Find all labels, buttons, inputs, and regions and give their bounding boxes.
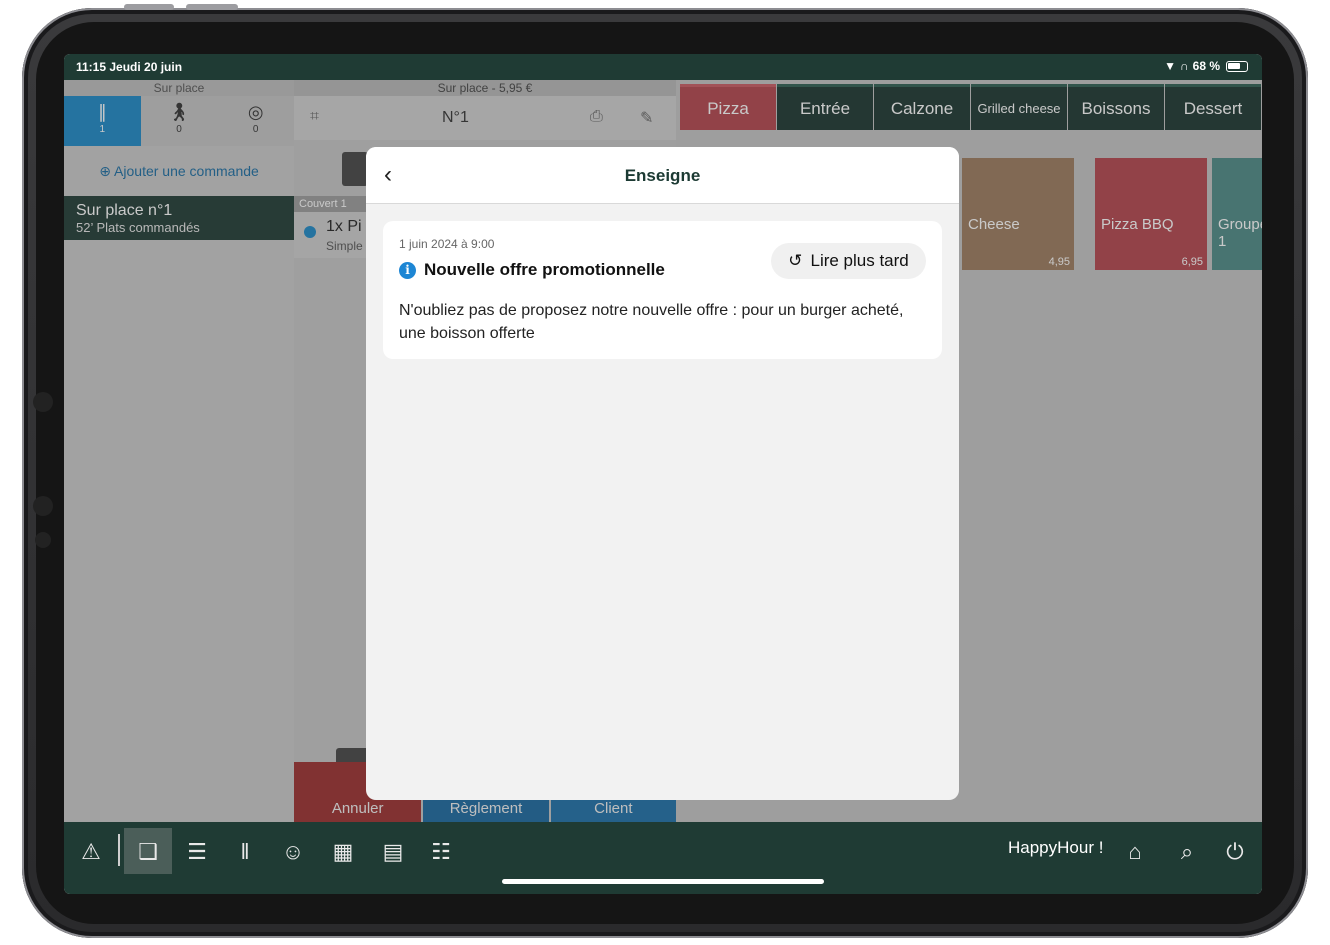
read-later-label: Lire plus tard	[810, 251, 909, 270]
notification-modal: ‹ Enseigne 1 juin 2024 à 9:00 i Nouvelle…	[366, 147, 959, 800]
modal-title: Enseigne	[624, 166, 701, 185]
users-icon[interactable]: ☺	[274, 834, 312, 870]
warning-menu-icon[interactable]: ⚠	[72, 834, 110, 870]
search-icon[interactable]: ⌕	[1168, 834, 1206, 870]
headphones-icon: ∩	[1179, 59, 1189, 73]
info-icon: i	[399, 261, 416, 279]
bell-icon[interactable]: ⌂	[1116, 834, 1154, 870]
message-body: N'oubliez pas de proposez notre nouvelle…	[399, 302, 904, 342]
message-card: 1 juin 2024 à 9:00 i Nouvelle offre prom…	[383, 221, 942, 359]
volume-down-button-hw	[186, 4, 238, 10]
sensor-dot	[33, 496, 53, 516]
happy-hour-label[interactable]: HappyHour !	[1008, 838, 1103, 858]
volume-up-button-hw	[124, 4, 174, 10]
modal-header: ‹ Enseigne	[366, 147, 959, 204]
battery-percent: 68 %	[1192, 59, 1220, 73]
status-bar: 11:15 Jeudi 20 juin ▼ ∩ 68 %	[64, 54, 1262, 80]
camera-dot	[33, 392, 53, 412]
bottom-dock: ⚠ ❑ ☰ ‖ ☺ ▦ ▤ ☷ HappyHour ! ⌂ ⌕ ⏻	[64, 822, 1262, 894]
message-date: 1 juin 2024 à 9:00	[399, 237, 495, 251]
keypad-icon[interactable]: ▦	[324, 834, 362, 870]
list-location-icon[interactable]: ☰	[178, 834, 216, 870]
checklist-icon[interactable]: ☷	[422, 834, 460, 870]
message-title: Nouvelle offre promotionnelle	[424, 260, 665, 279]
power-icon[interactable]: ⏻	[1216, 834, 1254, 870]
home-indicator[interactable]	[502, 879, 824, 884]
wifi-icon: ▼	[1164, 59, 1176, 73]
dock-separator	[118, 834, 120, 866]
shopping-bag-icon[interactable]: ❑	[129, 834, 167, 870]
status-right: ▼ ∩ 68 %	[1164, 59, 1248, 73]
battery-icon	[1226, 60, 1248, 72]
sensor-dot-small	[35, 532, 51, 548]
history-clock-icon: ↺	[788, 251, 803, 270]
message-title-row: i Nouvelle offre promotionnelle	[399, 260, 665, 280]
barcode-icon[interactable]: ‖	[226, 834, 264, 870]
read-later-button[interactable]: ↺ Lire plus tard	[771, 243, 926, 279]
status-time: 11:15 Jeudi 20 juin	[76, 60, 183, 74]
calendar-icon[interactable]: ▤	[374, 834, 412, 870]
